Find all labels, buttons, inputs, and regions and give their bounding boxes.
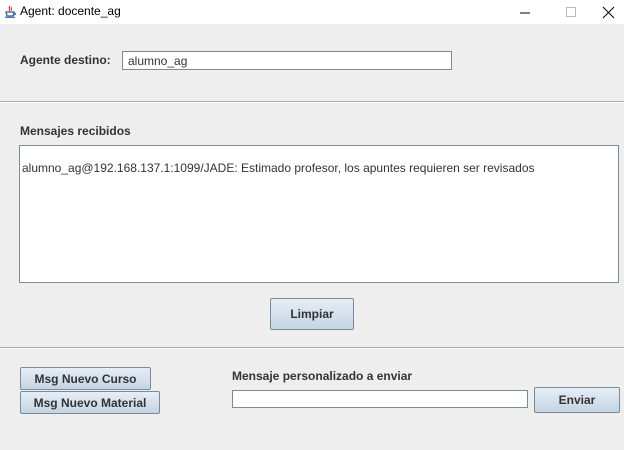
agent-window: Agent: docente_ag Agente destino: alumno… xyxy=(0,0,624,450)
separator-bottom xyxy=(0,347,624,349)
close-icon xyxy=(602,6,614,18)
maximize-button[interactable] xyxy=(548,0,594,24)
received-messages-area[interactable]: alumno_ag@192.168.137.1:1099/JADE: Estim… xyxy=(19,145,619,283)
destination-input[interactable]: alumno_ag xyxy=(122,51,452,70)
clear-button[interactable]: Limpiar xyxy=(270,298,354,330)
custom-message-label: Mensaje personalizado a enviar xyxy=(232,369,413,383)
destination-label: Agente destino: xyxy=(20,53,111,67)
java-icon xyxy=(5,5,16,18)
minimize-button[interactable] xyxy=(502,0,548,24)
message-line: alumno_ag@192.168.137.1:1099/JADE: Estim… xyxy=(22,161,535,175)
received-messages-label: Mensajes recibidos xyxy=(20,124,131,138)
minimize-icon xyxy=(520,12,530,14)
send-button[interactable]: Enviar xyxy=(534,387,620,413)
separator-top xyxy=(0,101,624,103)
maximize-icon xyxy=(566,7,576,17)
new-material-button[interactable]: Msg Nuevo Material xyxy=(20,391,160,414)
title-bar: Agent: docente_ag xyxy=(0,0,624,24)
close-button[interactable] xyxy=(592,0,624,24)
new-course-button[interactable]: Msg Nuevo Curso xyxy=(20,367,151,390)
custom-message-input[interactable] xyxy=(232,390,528,408)
window-title: Agent: docente_ag xyxy=(20,4,121,18)
